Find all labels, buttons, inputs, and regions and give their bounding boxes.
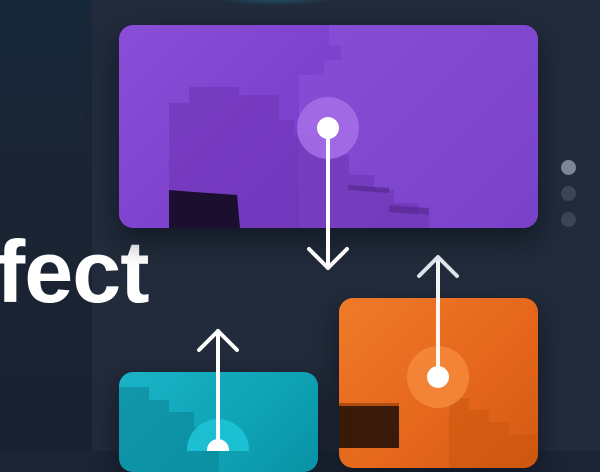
- stairs-art: [169, 25, 538, 228]
- pager-dot-2[interactable]: [561, 186, 576, 201]
- card-orange[interactable]: [339, 298, 538, 468]
- stairs-art: [339, 398, 538, 468]
- hero-headline: fect: [0, 222, 149, 321]
- card-purple[interactable]: [119, 25, 538, 228]
- pager-dot-1[interactable]: [561, 160, 576, 175]
- stairs-art: [119, 387, 219, 472]
- pager: [561, 160, 577, 238]
- card-teal[interactable]: [119, 372, 318, 472]
- pager-dot-3[interactable]: [561, 212, 576, 227]
